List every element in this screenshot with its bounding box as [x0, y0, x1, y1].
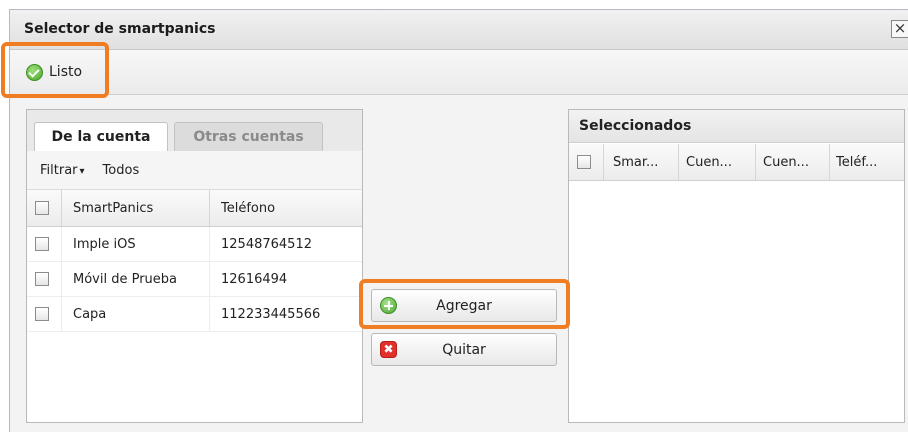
- column-divider: [209, 227, 210, 261]
- row-phone: 12548764512: [221, 236, 312, 252]
- column-divider: [829, 144, 830, 180]
- remove-button-label: Quitar: [442, 342, 486, 358]
- row-name: Capa: [73, 306, 107, 322]
- row-checkbox-cell: [35, 297, 55, 331]
- window-title: Selector de smartpanics: [24, 21, 216, 37]
- row-phone: 12616494: [221, 271, 288, 287]
- column-header-cuenta[interactable]: Cuen...: [686, 144, 752, 180]
- toolbar: Listo: [10, 50, 908, 95]
- column-divider: [603, 144, 604, 180]
- column-divider: [209, 190, 210, 226]
- right-grid-header: Smar... Cuen... Cuen... Teléf...: [569, 144, 904, 181]
- done-button-highlight: [1, 42, 109, 98]
- table-row[interactable]: Capa 112233445566: [27, 297, 362, 332]
- column-header-telefono[interactable]: Teléf...: [836, 144, 902, 180]
- selected-smartpanics-panel: Seleccionados Smar... Cuen... Cuen... Te…: [568, 109, 905, 423]
- table-row[interactable]: Móvil de Prueba 12616494: [27, 262, 362, 297]
- window-titlebar: Selector de smartpanics ×: [10, 10, 908, 50]
- row-checkbox-cell: [35, 262, 55, 296]
- column-header-smartpanics[interactable]: SmartPanics: [73, 190, 203, 226]
- filter-value: Todos: [102, 162, 140, 178]
- row-checkbox[interactable]: [35, 237, 49, 251]
- column-divider: [61, 190, 62, 226]
- column-header-telefono[interactable]: Teléfono: [221, 190, 351, 226]
- close-icon: ×: [893, 19, 907, 37]
- filter-label: Filtrar: [40, 162, 78, 178]
- tab-de-la-cuenta[interactable]: De la cuenta: [34, 122, 168, 152]
- left-grid-rows: Imple iOS 12548764512 Móvil de Prueba 12…: [27, 227, 362, 332]
- row-checkbox[interactable]: [35, 272, 49, 286]
- select-all-cell: [577, 144, 597, 180]
- filter-dropdown[interactable]: Filtrar ▾: [40, 163, 85, 178]
- row-checkbox-cell: [35, 227, 55, 261]
- select-all-checkbox[interactable]: [577, 155, 591, 169]
- select-all-checkbox[interactable]: [35, 201, 49, 215]
- select-all-cell: [35, 190, 55, 226]
- column-divider: [61, 297, 62, 331]
- column-divider: [755, 144, 756, 180]
- chevron-down-icon: ▾: [79, 165, 85, 177]
- column-divider: [678, 144, 679, 180]
- row-name: Móvil de Prueba: [73, 271, 178, 287]
- left-grid-header: SmartPanics Teléfono: [27, 190, 362, 227]
- smartpanic-selector-window: Selector de smartpanics × Listo De la cu…: [9, 9, 908, 432]
- column-header-cuenta-2[interactable]: Cuen...: [763, 144, 827, 180]
- filter-bar: Filtrar ▾ Todos: [27, 151, 362, 190]
- column-divider: [61, 262, 62, 296]
- column-divider: [61, 227, 62, 261]
- close-button[interactable]: ×: [891, 20, 908, 38]
- tab-bar: De la cuenta Otras cuentas: [27, 110, 362, 152]
- row-phone: 112233445566: [221, 306, 321, 322]
- tab-otras-cuentas[interactable]: Otras cuentas: [174, 122, 323, 151]
- column-divider: [209, 262, 210, 296]
- column-divider: [209, 297, 210, 331]
- add-button-highlight: [359, 279, 570, 329]
- remove-button[interactable]: ✖ Quitar: [371, 333, 557, 366]
- selected-panel-title: Seleccionados: [569, 110, 904, 143]
- available-smartpanics-panel: De la cuenta Otras cuentas Filtrar ▾ Todo…: [26, 109, 363, 423]
- column-header-smartpanics[interactable]: Smar...: [613, 144, 675, 180]
- table-row[interactable]: Imple iOS 12548764512: [27, 227, 362, 262]
- row-checkbox[interactable]: [35, 307, 49, 321]
- row-name: Imple iOS: [73, 236, 136, 252]
